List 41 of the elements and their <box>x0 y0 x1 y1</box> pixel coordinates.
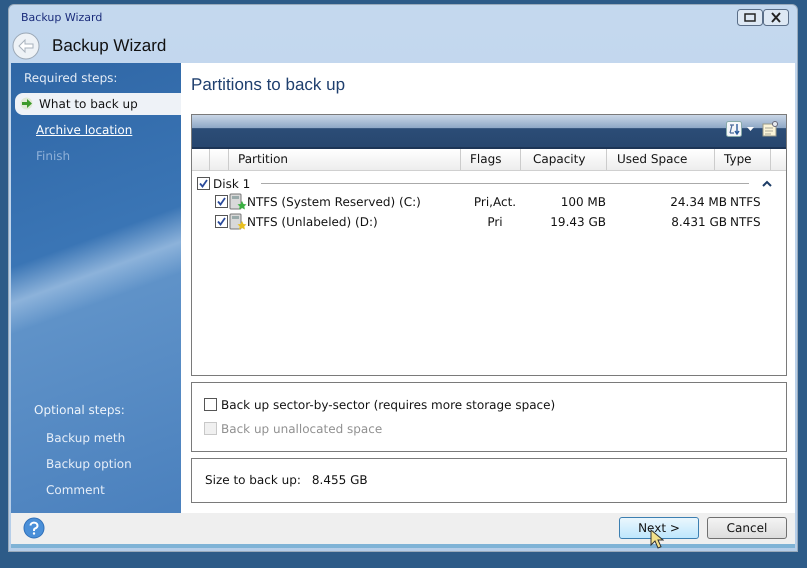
collapse-icon[interactable] <box>762 180 772 188</box>
section-label: Optional steps: <box>33 402 126 419</box>
size-value: 8.455 GB <box>312 473 368 488</box>
table-cell-text: 19.43 GB <box>549 214 606 229</box>
column-header[interactable]: Partition <box>229 148 461 170</box>
table-cell-text: NTFS <box>730 214 762 229</box>
arrow-icon <box>20 97 33 110</box>
properties-icon[interactable] <box>762 120 778 137</box>
wizard-heading: Backup Wizard <box>52 36 166 56</box>
checkbox[interactable] <box>215 215 228 228</box>
window-title: Backup Wizard <box>21 10 102 24</box>
wizard-step[interactable]: What to back up <box>15 92 181 115</box>
wizard-button[interactable]: Cancel <box>707 517 787 540</box>
size-label: Size to back up: <box>205 473 301 488</box>
checkbox[interactable] <box>204 398 217 412</box>
column-header[interactable]: Flags <box>461 148 521 170</box>
page-title: Partitions to back up <box>191 74 346 95</box>
section-label: Required steps: <box>23 70 118 87</box>
table-cell-text: NTFS <box>730 194 762 209</box>
table-cell-text: 8.431 GB <box>670 214 728 229</box>
disk-label: Disk 1 <box>213 176 250 191</box>
column-header[interactable]: Used Space <box>607 148 715 170</box>
option-label: Back up sector-by-sector (requires more storage space) <box>221 398 556 412</box>
column-header[interactable]: Capacity <box>521 148 607 170</box>
sort-icon[interactable] <box>726 120 756 137</box>
column-header[interactable]: Type <box>715 148 771 170</box>
table-cell-text: NTFS (System Reserved) (C:) <box>247 194 422 209</box>
table-cell-text: Pri,Act. <box>472 194 518 209</box>
close-icon[interactable] <box>763 8 789 26</box>
help-icon[interactable] <box>23 517 45 540</box>
table-cell-text: 100 MB <box>560 194 606 209</box>
wizard-step[interactable]: Archive location <box>15 118 181 141</box>
table-cell-text: 24.34 MB <box>669 194 728 209</box>
checkbox[interactable] <box>215 195 228 208</box>
table-cell-text: NTFS (Unlabeled) (D:) <box>247 214 379 229</box>
option-label: Back up unallocated space <box>221 422 382 436</box>
drive-icon <box>230 193 242 210</box>
drive-icon <box>230 213 242 230</box>
restore-icon[interactable] <box>737 8 763 26</box>
table-cell-text: Pri <box>486 214 504 229</box>
checkbox[interactable] <box>197 177 210 190</box>
